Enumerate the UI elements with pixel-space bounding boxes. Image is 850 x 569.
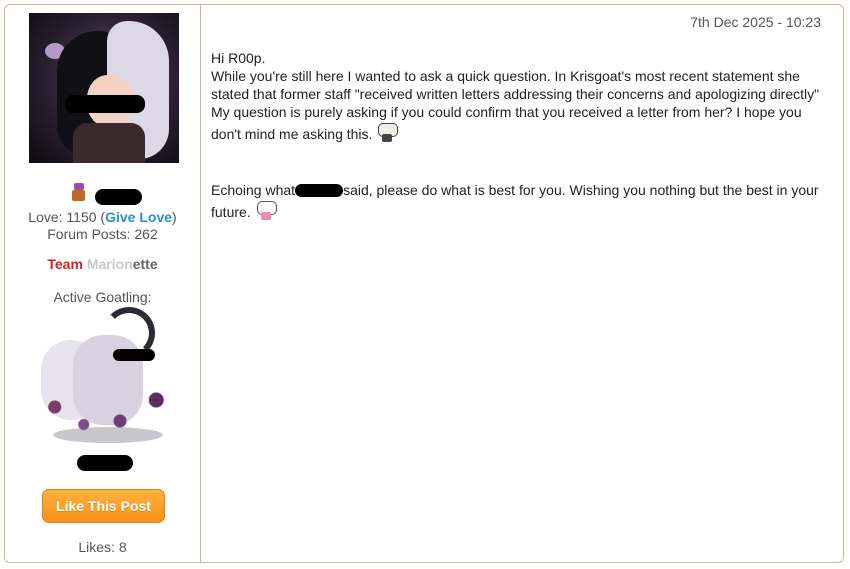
forum-posts: Forum Posts: 262 <box>47 226 158 242</box>
redacted-mention <box>295 184 344 197</box>
forum-post: Love: 1150 (Give Love) Forum Posts: 262 … <box>4 4 844 563</box>
redacted-goatling-name <box>77 455 133 471</box>
greeting: Hi R00p. <box>211 50 266 66</box>
cat-emote-icon <box>255 199 277 221</box>
likes-count: Likes: 8 <box>78 539 127 555</box>
user-info-panel: Love: 1150 (Give Love) Forum Posts: 262 … <box>5 5 201 562</box>
goat-emote-icon <box>376 121 399 143</box>
give-love-link[interactable]: Give Love <box>105 209 172 225</box>
username-row <box>5 183 200 209</box>
active-goatling-label: Active Goatling: <box>53 289 152 305</box>
redacted-mark <box>65 95 145 113</box>
rank-icon <box>70 183 87 203</box>
love-stat: Love: 1150 (Give Love) <box>28 209 177 225</box>
redacted-username[interactable] <box>95 189 142 205</box>
goatling-image[interactable] <box>33 305 178 450</box>
post-date: 7th Dec 2025 - 10:23 <box>690 14 821 30</box>
paragraph-2a: Echoing what <box>211 182 296 198</box>
paragraph-1: While you're still here I wanted to ask … <box>211 68 820 142</box>
post-body: 7th Dec 2025 - 10:23 Hi R00p. While you'… <box>201 5 843 562</box>
team-label: Team Marionette <box>47 256 158 272</box>
user-avatar[interactable] <box>29 13 179 163</box>
post-content: Hi R00p. While you're still here I wante… <box>211 49 821 221</box>
redacted-mark <box>113 349 155 361</box>
like-post-button[interactable]: Like This Post <box>42 489 165 523</box>
